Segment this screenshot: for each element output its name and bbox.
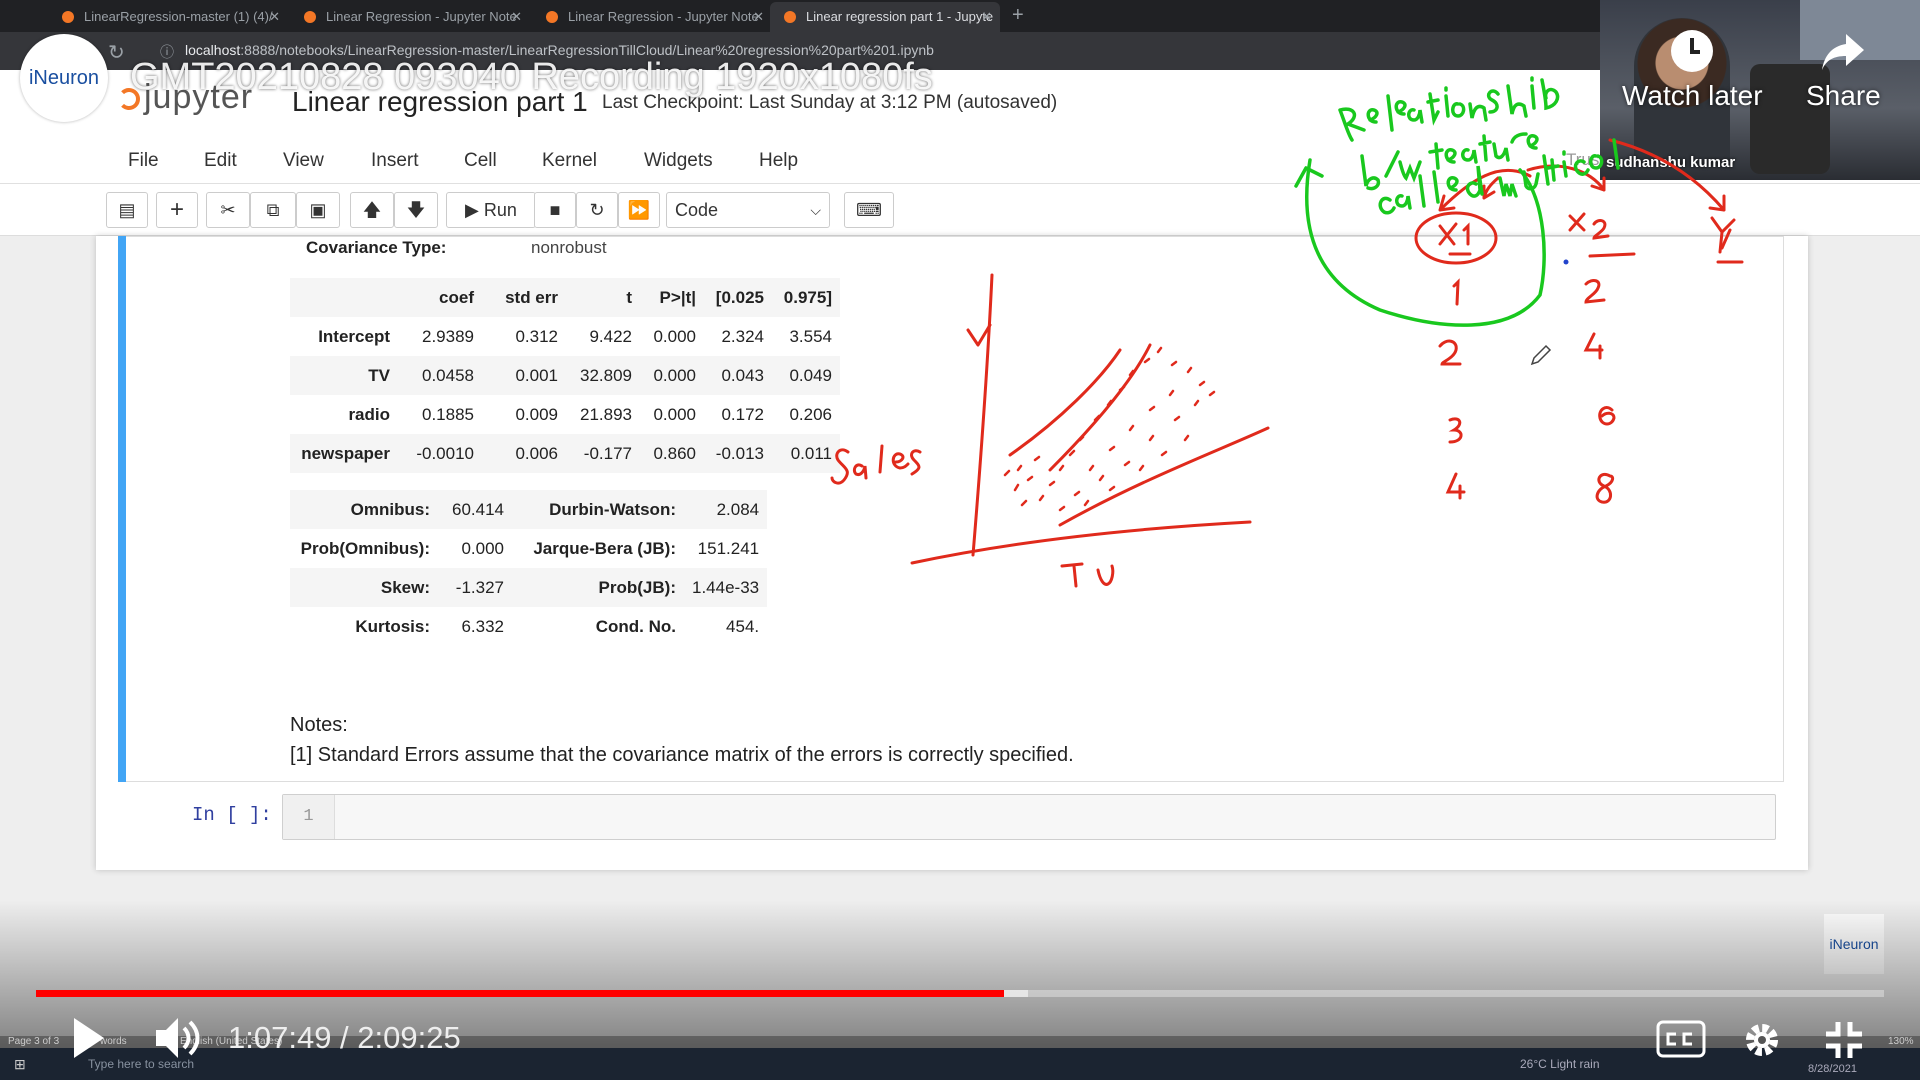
copy-icon[interactable]: ⧉ xyxy=(250,192,296,228)
browser-tab[interactable]: LinearRegression-master (1) (4)/✕ xyxy=(48,2,288,32)
menu-view[interactable]: View xyxy=(283,150,324,172)
move-down-icon[interactable]: 🡇 xyxy=(394,192,438,228)
menu-kernel[interactable]: Kernel xyxy=(542,150,597,172)
browser-tab-active[interactable]: Linear regression part 1 - Jupyte ✕ xyxy=(770,2,1000,32)
table-row: radio 0.1885 0.009 21.893 0.000 0.172 0.206 xyxy=(348,404,832,424)
header-ci-low: [0.025 xyxy=(704,278,772,317)
menu-edit[interactable]: Edit xyxy=(204,150,237,172)
header-coef: coef xyxy=(398,278,482,317)
header-t: t xyxy=(566,278,640,317)
cut-icon[interactable]: ✂ xyxy=(206,192,250,228)
table-header-row: coef std err t P>|t| [0.025 0.975] xyxy=(290,278,840,317)
new-tab-icon[interactable]: + xyxy=(1012,4,1024,27)
diagnostics-table: Omnibus: 60.414 Durbin-Watson: 2.084 Prob(O… xyxy=(290,490,768,646)
input-prompt: In [ ]: xyxy=(192,804,272,826)
menu-cell[interactable]: Cell xyxy=(464,150,497,172)
weather-widget[interactable]: 26°C Light rain xyxy=(1520,1057,1600,1071)
code-input-cell[interactable]: 1 xyxy=(282,794,1776,840)
chevron-down-icon: ⌵ xyxy=(810,202,821,218)
add-cell-icon[interactable]: + xyxy=(156,192,198,228)
presenter-name: sudhanshu kumar xyxy=(1606,154,1736,171)
fast-forward-icon[interactable]: ⏩ xyxy=(618,192,660,228)
table-row: newspaper -0.0010 0.006 -0.177 0.860 -0.013 0.… xyxy=(290,434,840,473)
volume-icon[interactable] xyxy=(152,1014,204,1062)
move-up-icon[interactable]: 🡅 xyxy=(350,192,394,228)
menu-insert[interactable]: Insert xyxy=(371,150,419,172)
table-row: TV 0.0458 0.001 32.809 0.000 0.043 0.049 xyxy=(290,356,840,395)
table-row: Intercept 2.9389 0.312 9.422 0.000 2.324 3.554 xyxy=(318,326,832,346)
restart-icon[interactable]: ↻ xyxy=(576,192,618,228)
closed-captions-icon[interactable] xyxy=(1656,1020,1706,1058)
taskbar-date: 8/28/2021 xyxy=(1808,1063,1857,1075)
covariance-type-row: Covariance Type: nonrobust xyxy=(306,238,607,257)
stop-icon[interactable]: ■ xyxy=(534,192,576,228)
video-time: 1:07:49 / 2:09:25 xyxy=(228,1020,461,1055)
jupyter-favicon-icon xyxy=(784,11,796,23)
jupyter-favicon-icon xyxy=(304,11,316,23)
video-progress-bar[interactable] xyxy=(36,990,1884,997)
save-icon[interactable]: ▤ xyxy=(106,192,148,228)
table-row: Prob(Omnibus): 0.000 Jarque-Bera (JB): 151.… xyxy=(300,538,760,558)
jupyter-favicon-icon xyxy=(546,11,558,23)
notebook-toolbar: ▤ + ✂ ⧉ ▣ 🡅 🡇 ▶ Run ■ ↻ ⏩ Code ⌵ ⌨ xyxy=(0,184,1920,236)
watch-later-button[interactable]: Watch later xyxy=(1622,28,1763,112)
close-tab-icon[interactable]: ✕ xyxy=(511,2,522,32)
close-tab-icon[interactable]: ✕ xyxy=(269,2,280,32)
keyboard-icon[interactable]: ⌨ xyxy=(844,192,894,228)
play-icon: ▶ xyxy=(465,200,479,220)
menu-widgets[interactable]: Widgets xyxy=(644,150,713,172)
table-row: Skew: -1.327 Prob(JB): 1.44e-33 xyxy=(290,568,768,607)
close-tab-icon[interactable]: ✕ xyxy=(981,2,992,32)
menu-file[interactable]: File xyxy=(128,150,159,172)
line-number: 1 xyxy=(283,795,335,839)
play-icon[interactable] xyxy=(68,1014,108,1062)
cell-selection-bar xyxy=(118,236,126,782)
clock-icon xyxy=(1671,30,1714,72)
share-button[interactable]: Share xyxy=(1806,28,1881,112)
output-notes: Notes: [1] Standard Errors assume that t… xyxy=(290,714,1074,766)
run-button[interactable]: ▶ Run xyxy=(446,192,536,228)
settings-gear-icon[interactable] xyxy=(1740,1018,1784,1062)
video-title[interactable]: GMT20210828 093040 Recording 1920x1080fs xyxy=(130,56,933,99)
browser-tab[interactable]: Linear Regression - Jupyter Note ✕ xyxy=(532,2,772,32)
header-p-value: P>|t| xyxy=(640,278,704,317)
header-std-err: std err xyxy=(482,278,566,317)
cell-type-select[interactable]: Code ⌵ xyxy=(666,192,830,228)
exit-fullscreen-icon[interactable] xyxy=(1822,1018,1866,1062)
share-arrow-icon xyxy=(1822,34,1865,70)
menu-help[interactable]: Help xyxy=(759,150,798,172)
progress-played xyxy=(36,990,1005,997)
reload-icon[interactable]: ↻ xyxy=(108,40,125,65)
channel-logo[interactable]: iNeuron xyxy=(20,34,108,122)
header-ci-high: 0.975] xyxy=(772,278,840,317)
paste-icon[interactable]: ▣ xyxy=(296,192,340,228)
table-row: Kurtosis: 6.332 Cond. No. 454. xyxy=(355,616,760,636)
coefficient-table: coef std err t P>|t| [0.025 0.975] Inter… xyxy=(290,278,840,473)
trusted-indicator[interactable]: Trus xyxy=(1566,150,1599,170)
table-row: Omnibus: 60.414 Durbin-Watson: 2.084 xyxy=(290,490,768,529)
windows-start-icon[interactable]: ⊞ xyxy=(14,1056,26,1073)
browser-tab[interactable]: Linear Regression - Jupyter Note ✕ xyxy=(290,2,530,32)
jupyter-favicon-icon xyxy=(62,11,74,23)
close-tab-icon[interactable]: ✕ xyxy=(753,2,764,32)
